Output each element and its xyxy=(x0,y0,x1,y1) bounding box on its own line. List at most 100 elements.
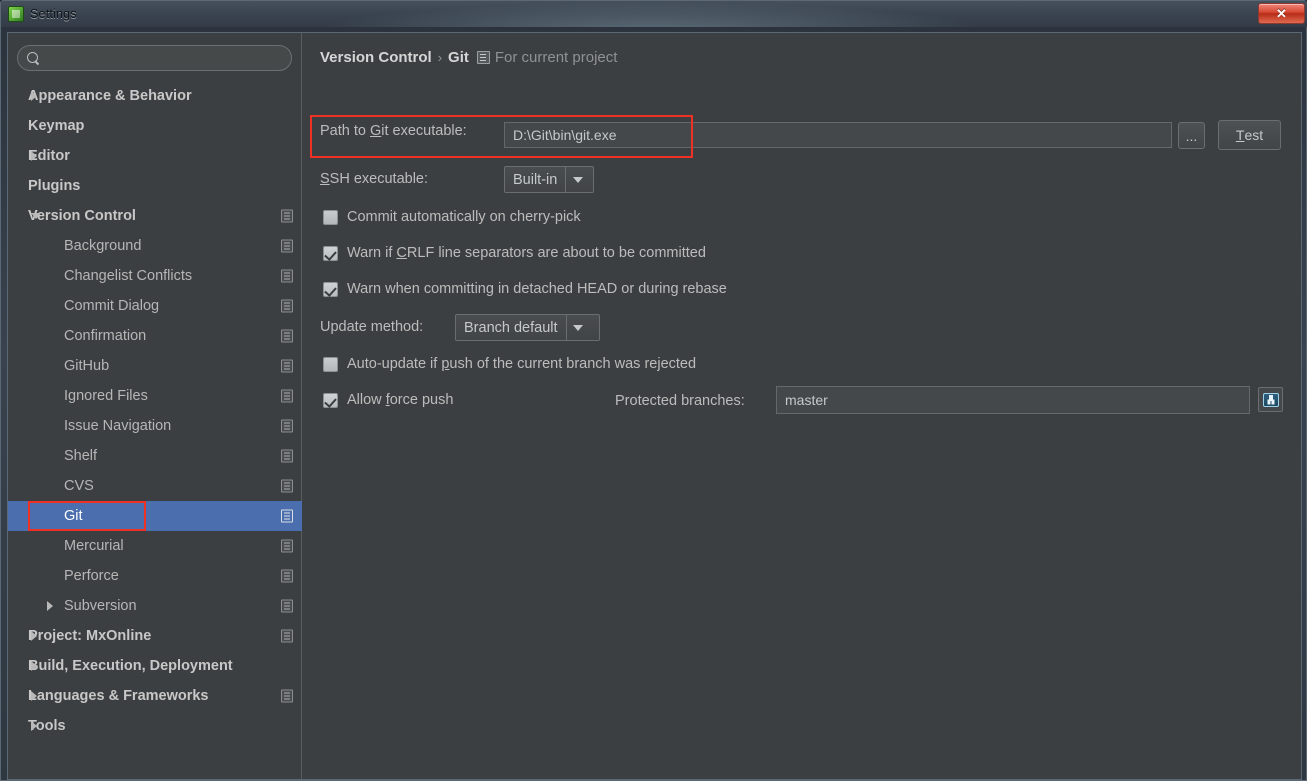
project-scope-icon xyxy=(281,599,293,613)
sidebar-item-label: Git xyxy=(64,508,83,524)
protected-branches-label: Protected branches: xyxy=(615,393,745,409)
chevron-right-icon[interactable] xyxy=(31,151,37,161)
sidebar-item-build-execution-deployment[interactable]: Build, Execution, Deployment xyxy=(8,651,302,681)
sidebar-item-label: Commit Dialog xyxy=(64,298,160,314)
sidebar-item-mercurial[interactable]: Mercurial xyxy=(8,531,302,561)
settings-content: Appearance & Behavior Keymap Editor Plugins… xyxy=(7,32,1302,780)
git-path-label: Path to Git executable: xyxy=(320,123,467,139)
sidebar-item-label: Shelf xyxy=(64,448,98,464)
project-scope-icon xyxy=(281,509,293,523)
chevron-down-icon[interactable] xyxy=(565,315,590,340)
title-bar: Settings ✕ xyxy=(1,1,1307,27)
project-scope-icon xyxy=(476,51,490,64)
checkbox-auto-update[interactable] xyxy=(323,356,338,372)
update-method-value: Branch default xyxy=(464,319,558,336)
chevron-right-icon[interactable] xyxy=(31,631,37,641)
sidebar-item-label: Keymap xyxy=(28,118,85,134)
sidebar-item-label: Plugins xyxy=(28,178,81,194)
protected-branches-save-button[interactable] xyxy=(1258,387,1283,412)
checkbox-row-cherry-pick[interactable]: Commit automatically on cherry-pick xyxy=(323,209,581,225)
sidebar-item-label: Changelist Conflicts xyxy=(64,268,193,284)
ssh-label: SSH executable: xyxy=(320,171,429,187)
chevron-right-icon[interactable] xyxy=(31,691,37,701)
sidebar-item-changelist-conflicts[interactable]: Changelist Conflicts xyxy=(8,261,302,291)
project-scope-icon xyxy=(281,269,293,283)
chevron-down-icon[interactable] xyxy=(565,167,589,192)
checkbox-row-crlf[interactable]: Warn if CRLF line separators are about t… xyxy=(323,245,706,261)
checkbox-cherry-pick-label: Commit automatically on cherry-pick xyxy=(347,209,581,225)
sidebar-item-tools[interactable]: Tools xyxy=(8,711,302,741)
chevron-right-icon[interactable] xyxy=(31,721,37,731)
ssh-executable-dropdown[interactable]: Built-in xyxy=(504,166,594,193)
settings-sidebar: Appearance & Behavior Keymap Editor Plugins… xyxy=(8,33,302,779)
project-scope-icon xyxy=(281,239,293,253)
project-scope-icon xyxy=(281,689,293,703)
search-input[interactable] xyxy=(40,50,291,66)
sidebar-item-version-control[interactable]: Version Control xyxy=(8,201,302,231)
update-method-label: Update method: xyxy=(320,319,424,335)
git-path-browse-button[interactable]: ... xyxy=(1178,122,1205,149)
sidebar-item-git[interactable]: Git xyxy=(8,501,302,531)
sidebar-item-shelf[interactable]: Shelf xyxy=(8,441,302,471)
checkbox-cherry-pick[interactable] xyxy=(323,209,338,225)
settings-window: Settings ✕ Appearance & Behavior Keymap Ed… xyxy=(0,0,1307,781)
settings-app-icon xyxy=(8,6,24,22)
sidebar-item-perforce[interactable]: Perforce xyxy=(8,561,302,591)
sidebar-item-editor[interactable]: Editor xyxy=(8,141,302,171)
checkbox-detached-head[interactable] xyxy=(323,281,338,297)
chevron-right-icon[interactable] xyxy=(47,601,53,611)
sidebar-item-label: Perforce xyxy=(64,568,119,584)
checkbox-row-detached-head[interactable]: Warn when committing in detached HEAD or… xyxy=(323,281,727,297)
git-item-highlight-annotation xyxy=(28,501,146,531)
ssh-executable-value: Built-in xyxy=(513,171,558,188)
sidebar-item-cvs[interactable]: CVS xyxy=(8,471,302,501)
sidebar-item-confirmation[interactable]: Confirmation xyxy=(8,321,302,351)
checkbox-auto-update-label: Auto-update if push of the current branc… xyxy=(347,356,697,372)
git-path-input[interactable]: D:\Git\bin\git.exe xyxy=(504,122,1172,148)
sidebar-item-label: Ignored Files xyxy=(64,388,148,404)
chevron-right-icon[interactable] xyxy=(31,91,37,101)
project-scope-icon xyxy=(281,299,293,313)
checkbox-force-push[interactable] xyxy=(323,392,338,408)
project-scope-icon xyxy=(281,479,293,493)
git-path-value: D:\Git\bin\git.exe xyxy=(513,127,617,143)
project-scope-icon xyxy=(281,329,293,343)
sidebar-item-subversion[interactable]: Subversion xyxy=(8,591,302,621)
breadcrumb-scope-text: For current project xyxy=(494,49,618,66)
checkbox-crlf-label: Warn if CRLF line separators are about t… xyxy=(347,245,706,261)
sidebar-item-label: Build, Execution, Deployment xyxy=(28,658,233,674)
checkbox-crlf[interactable] xyxy=(323,245,338,261)
sidebar-item-label: Subversion xyxy=(64,598,137,614)
sidebar-item-label: Appearance & Behavior xyxy=(28,88,192,104)
sidebar-item-issue-navigation[interactable]: Issue Navigation xyxy=(8,411,302,441)
project-scope-icon xyxy=(281,539,293,553)
project-scope-icon xyxy=(281,449,293,463)
checkbox-detached-head-label: Warn when committing in detached HEAD or… xyxy=(347,281,727,297)
breadcrumb-root[interactable]: Version Control xyxy=(320,49,432,66)
search-icon xyxy=(27,51,40,65)
update-method-dropdown[interactable]: Branch default xyxy=(455,314,600,341)
titlebar-glow xyxy=(301,1,1001,27)
project-scope-icon xyxy=(281,209,293,223)
chevron-down-icon[interactable] xyxy=(31,213,41,219)
checkbox-row-auto-update[interactable]: Auto-update if push of the current branc… xyxy=(323,356,696,372)
protected-branches-row: Protected branches: xyxy=(615,393,745,409)
git-path-test-button[interactable]: Test xyxy=(1218,120,1281,150)
sidebar-item-label: Confirmation xyxy=(64,328,147,344)
sidebar-item-languages-frameworks[interactable]: Languages & Frameworks xyxy=(8,681,302,711)
sidebar-item-appearance-behavior[interactable]: Appearance & Behavior xyxy=(8,81,302,111)
search-box[interactable] xyxy=(17,45,292,71)
sidebar-item-ignored-files[interactable]: Ignored Files xyxy=(8,381,302,411)
checkbox-row-force-push[interactable]: Allow force push xyxy=(323,392,453,408)
sidebar-item-background[interactable]: Background xyxy=(8,231,302,261)
sidebar-item-keymap[interactable]: Keymap xyxy=(8,111,302,141)
close-button[interactable]: ✕ xyxy=(1258,3,1305,24)
sidebar-item-commit-dialog[interactable]: Commit Dialog xyxy=(8,291,302,321)
sidebar-item-plugins[interactable]: Plugins xyxy=(8,171,302,201)
sidebar-item-label: CVS xyxy=(64,478,94,494)
sidebar-item-github[interactable]: GitHub xyxy=(8,351,302,381)
sidebar-item-project-mxonline[interactable]: Project: MxOnline xyxy=(8,621,302,651)
sidebar-item-label: Version Control xyxy=(28,208,136,224)
chevron-right-icon[interactable] xyxy=(31,661,37,671)
protected-branches-input[interactable]: master xyxy=(776,386,1250,414)
